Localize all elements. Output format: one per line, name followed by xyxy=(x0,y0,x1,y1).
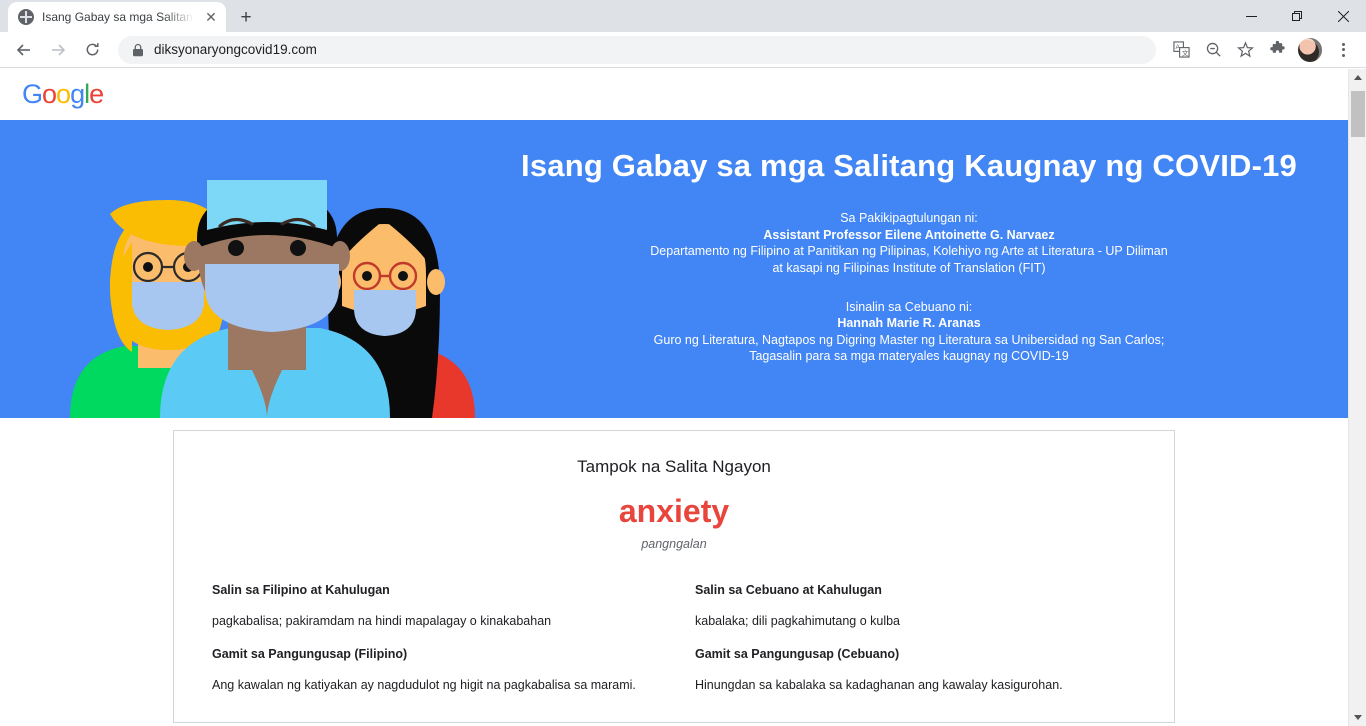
example-label: Gamit sa Pangungusap (Filipino) xyxy=(212,647,408,661)
bookmark-star-icon[interactable] xyxy=(1230,35,1260,65)
definition-value: pagkabalisa; pakiramdam na hindi mapalag… xyxy=(212,614,552,628)
new-tab-button[interactable]: + xyxy=(232,3,260,31)
credit-name: Assistant Professor Eilene Antoinette G.… xyxy=(763,227,1055,242)
translate-icon[interactable]: A 文 xyxy=(1166,35,1196,65)
three-dot-menu-icon[interactable] xyxy=(1328,35,1358,65)
credit-block-cebuano: Isinalin sa Cebuano ni: Hannah Marie R. … xyxy=(500,299,1318,366)
browser-tab[interactable]: Isang Gabay sa mga Salitang Kau ✕ xyxy=(8,2,226,32)
extensions-puzzle-icon[interactable] xyxy=(1262,35,1292,65)
address-bar[interactable]: diksyonaryongcovid19.com xyxy=(118,35,1156,64)
featured-word: anxiety xyxy=(618,493,730,529)
close-tab-icon[interactable]: ✕ xyxy=(202,8,220,26)
web-page: Google Isang Gabay sa mga Salitang Kaugn… xyxy=(0,69,1348,726)
globe-icon xyxy=(18,9,34,25)
url-text: diksyonaryongcovid19.com xyxy=(154,42,317,57)
page-scrollbar[interactable] xyxy=(1348,69,1366,726)
definition-column-filipino: Salin sa Filipino at Kahulugan pagkabali… xyxy=(212,583,653,692)
profile-avatar[interactable] xyxy=(1298,37,1322,62)
featured-word-card: Tampok na Salita Ngayon anxiety pangngal… xyxy=(173,430,1175,723)
page-title: Isang Gabay sa mga Salitang Kaugnay ng C… xyxy=(521,148,1297,183)
hero-banner: Isang Gabay sa mga Salitang Kaugnay ng C… xyxy=(0,120,1348,418)
example-label: Gamit sa Pangungusap (Cebuano) xyxy=(695,647,900,661)
logo-letter-o2: o xyxy=(56,79,71,109)
card-header: Tampok na Salita Ngayon anxiety pangngal… xyxy=(212,457,1136,551)
logo-letter-o1: o xyxy=(42,79,57,109)
browser-window: Isang Gabay sa mga Salitang Kau ✕ + xyxy=(0,0,1366,726)
three-masked-healthcare-workers-illustration xyxy=(70,180,475,418)
back-button[interactable] xyxy=(8,34,40,66)
scroll-up-arrow-icon[interactable] xyxy=(1349,69,1366,86)
scroll-down-arrow-icon[interactable] xyxy=(1349,709,1366,726)
example-value: Ang kawalan ng katiyakan ay nagdudulot n… xyxy=(212,678,636,692)
toolbar-icon-group: A 文 xyxy=(1166,35,1358,65)
credit-affiliation-line-1: Guro ng Literatura, Nagtapos ng Digring … xyxy=(653,332,1165,347)
logo-letter-g1: G xyxy=(22,79,43,109)
browser-titlebar: Isang Gabay sa mga Salitang Kau ✕ + xyxy=(0,0,1366,32)
scrollbar-thumb[interactable] xyxy=(1351,91,1365,137)
definition-column-cebuano: Salin sa Cebuano at Kahulugan kabalaka; … xyxy=(695,583,1136,692)
credit-intro: Isinalin sa Cebuano ni: xyxy=(845,299,973,314)
maximize-restore-button[interactable] xyxy=(1274,0,1320,32)
definition-label: Salin sa Filipino at Kahulugan xyxy=(212,583,390,597)
credit-intro: Sa Pakikipagtulungan ni: xyxy=(840,211,978,225)
google-logo: Google xyxy=(22,79,104,110)
forward-button[interactable] xyxy=(42,34,74,66)
card-container: Tampok na Salita Ngayon anxiety pangngal… xyxy=(0,418,1348,723)
credit-affiliation-line-2: Tagasalin para sa mga materyales kaugnay… xyxy=(749,349,1069,364)
window-controls xyxy=(1228,0,1366,32)
svg-text:A: A xyxy=(1175,44,1180,51)
example-value: Hinungdan sa kabalaka sa kadaghanan ang … xyxy=(695,678,1063,692)
site-header: Google xyxy=(0,69,1348,120)
credit-block-filipino: Sa Pakikipagtulungan ni: Assistant Profe… xyxy=(500,210,1318,277)
svg-text:文: 文 xyxy=(1181,49,1188,58)
logo-letter-g2: g xyxy=(70,79,85,109)
credit-affiliation-line-2: at kasapi ng Filipinas Institute of Tran… xyxy=(772,260,1046,275)
reload-button[interactable] xyxy=(76,34,108,66)
part-of-speech: pangngalan xyxy=(641,537,707,551)
zoom-out-icon[interactable] xyxy=(1198,35,1228,65)
credit-affiliation-line-1: Departamento ng Filipino at Panitikan ng… xyxy=(650,244,1168,259)
definition-value: kabalaka; dili pagkahimutang o kulba xyxy=(695,614,900,628)
card-kicker: Tampok na Salita Ngayon xyxy=(577,457,771,476)
definitions-grid: Salin sa Filipino at Kahulugan pagkabali… xyxy=(212,583,1136,692)
minimize-button[interactable] xyxy=(1228,0,1274,32)
definition-label: Salin sa Cebuano at Kahulugan xyxy=(695,583,882,597)
page-viewport: Google Isang Gabay sa mga Salitang Kaugn… xyxy=(0,69,1366,726)
lock-icon xyxy=(133,43,143,56)
tab-title: Isang Gabay sa mga Salitang Kau xyxy=(42,10,194,24)
credit-name: Hannah Marie R. Aranas xyxy=(837,316,981,331)
hero-text-block: Isang Gabay sa mga Salitang Kaugnay ng C… xyxy=(500,148,1318,365)
browser-toolbar: diksyonaryongcovid19.com A 文 xyxy=(0,32,1366,68)
close-window-button[interactable] xyxy=(1320,0,1366,32)
logo-letter-e: e xyxy=(89,79,104,109)
